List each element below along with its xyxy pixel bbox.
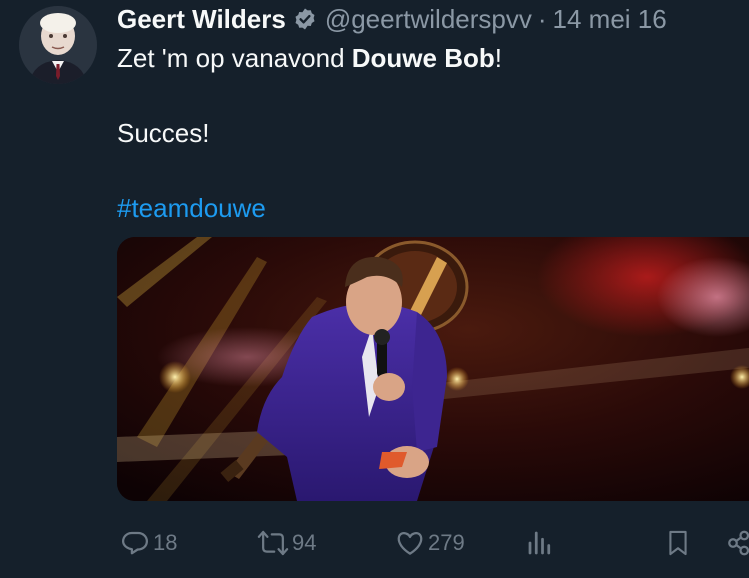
tweet-text-line-2: Succes! [117, 118, 210, 148]
retweet-count: 94 [292, 530, 317, 555]
text-bold-name: Douwe Bob [351, 43, 495, 73]
analytics-icon [525, 528, 555, 558]
bookmark-icon [664, 528, 692, 558]
share-icon [727, 528, 749, 558]
tweet-content: Geert Wilders @geertwilderspvv · 14 mei … [117, 0, 749, 223]
tweet-date[interactable]: 14 mei 16 [553, 0, 667, 38]
verified-badge-icon [293, 7, 317, 31]
hashtag-link[interactable]: #teamdouwe [117, 190, 266, 227]
retweet-icon [257, 528, 289, 558]
heart-icon [395, 528, 425, 558]
separator-dot: · [537, 4, 547, 34]
like-button[interactable]: 279 [395, 523, 465, 563]
avatar[interactable] [19, 6, 97, 84]
tweet: Geert Wilders @geertwilderspvv · 14 mei … [0, 0, 749, 578]
reply-count: 18 [153, 530, 178, 555]
share-button[interactable] [727, 523, 749, 563]
tweet-text-line-1: Zet 'm op vanavond Douwe Bob! [117, 40, 502, 77]
text-prefix: Zet 'm op vanavond [117, 43, 352, 73]
reply-icon [120, 528, 150, 558]
reply-button[interactable]: 18 [120, 523, 177, 563]
text-suffix: ! [494, 43, 502, 73]
like-count: 279 [428, 530, 465, 555]
author-name[interactable]: Geert Wilders [117, 0, 286, 38]
retweet-button[interactable]: 94 [257, 523, 316, 563]
views-button[interactable] [525, 523, 555, 563]
author-handle[interactable]: @geertwilderspvv [325, 0, 532, 38]
tweet-header: Geert Wilders @geertwilderspvv · 14 mei … [117, 0, 749, 38]
tweet-actions: 18 94 279 [117, 523, 749, 563]
tweet-media-image[interactable] [117, 237, 749, 501]
bookmark-button[interactable] [664, 523, 692, 563]
